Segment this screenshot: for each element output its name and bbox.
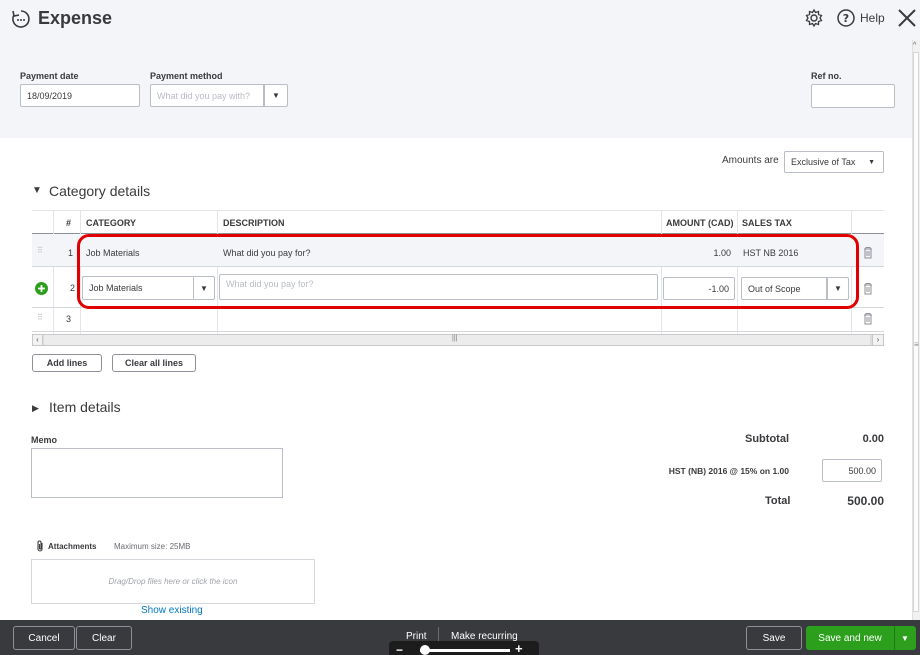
row-number: 3: [66, 314, 72, 324]
expense-window: Expense ? Help Payment date 18/09/2019 P…: [0, 0, 920, 655]
payment-method-input[interactable]: What did you pay with?: [150, 84, 264, 107]
tax-amount-input[interactable]: 500.00: [822, 459, 882, 482]
drag-handle-icon[interactable]: ⠿: [37, 313, 43, 322]
history-icon[interactable]: [11, 9, 31, 29]
tax-label: HST (NB) 2016 @ 15% on 1.00: [668, 466, 789, 476]
trash-icon[interactable]: [862, 312, 874, 325]
trash-icon[interactable]: [862, 282, 874, 295]
payment-date-label: Payment date: [20, 71, 79, 81]
amounts-are-value: Exclusive of Tax: [791, 157, 856, 167]
scroll-up-icon[interactable]: ^: [913, 42, 916, 49]
amounts-are-select[interactable]: Exclusive of Tax ▼: [784, 151, 884, 173]
close-icon[interactable]: [896, 7, 918, 29]
payment-method-dropdown[interactable]: ▼: [264, 84, 288, 107]
save-options-dropdown[interactable]: ▼: [894, 626, 916, 650]
payment-method-placeholder: What did you pay with?: [157, 90, 251, 101]
save-and-new-button[interactable]: Save and new: [806, 626, 894, 650]
add-lines-button[interactable]: Add lines: [32, 354, 102, 372]
caret-down-icon: ▼: [868, 158, 875, 166]
memo-textarea[interactable]: [31, 448, 283, 498]
scroll-right-icon[interactable]: ›: [872, 335, 883, 345]
caret-down-icon: ▼: [901, 633, 909, 643]
total-value: 500.00: [847, 494, 884, 508]
attachments-label: Attachments: [48, 542, 97, 551]
drag-handle-icon[interactable]: ⠿: [37, 246, 43, 255]
header-bar: [0, 0, 920, 40]
amounts-are-label: Amounts are: [722, 155, 779, 166]
add-line-icon[interactable]: [35, 282, 48, 295]
payment-method-label: Payment method: [150, 71, 223, 81]
expand-triangle-icon[interactable]: ▶: [32, 403, 39, 414]
highlight-box: [77, 234, 859, 309]
save-button[interactable]: Save: [746, 626, 802, 650]
ref-no-label: Ref no.: [811, 71, 842, 81]
trash-icon[interactable]: [862, 246, 874, 259]
col-header-num: #: [66, 218, 72, 228]
zoom-in-icon[interactable]: +: [515, 641, 523, 655]
clear-button[interactable]: Clear: [76, 626, 132, 650]
caret-down-icon: ▼: [272, 91, 280, 100]
table-top-border: [32, 210, 884, 211]
attachments-drop-text: Drag/Drop files here or click the icon: [108, 577, 238, 586]
vertical-scrollbar-thumb[interactable]: [913, 52, 919, 612]
item-details-title[interactable]: Item details: [49, 399, 121, 415]
show-existing-link[interactable]: Show existing: [141, 605, 203, 616]
paperclip-icon[interactable]: [35, 540, 45, 553]
scroll-left-icon[interactable]: ‹: [33, 335, 43, 345]
col-header-sales-tax: SALES TAX: [742, 218, 792, 228]
col-sep: [53, 210, 54, 334]
row-number: 1: [68, 248, 74, 258]
subtotal-label: Subtotal: [745, 433, 789, 445]
zoom-slider-handle[interactable]: [420, 645, 430, 655]
row-border: [32, 331, 884, 332]
scroll-grip-icon: ≡: [914, 340, 919, 349]
col-header-category: CATEGORY: [86, 218, 137, 228]
page-title: Expense: [38, 8, 113, 28]
ref-no-input[interactable]: [811, 84, 895, 108]
gear-icon[interactable]: [804, 8, 824, 28]
collapse-triangle-icon[interactable]: ▼: [32, 185, 42, 196]
cancel-button[interactable]: Cancel: [13, 626, 75, 650]
payment-date-value: 18/09/2019: [27, 90, 73, 101]
help-icon[interactable]: ?: [836, 8, 856, 28]
zoom-slider-track[interactable]: [420, 649, 510, 652]
attachments-max-size: Maximum size: 25MB: [114, 542, 191, 551]
col-header-description: DESCRIPTION: [223, 218, 285, 228]
payment-date-input[interactable]: 18/09/2019: [20, 84, 140, 107]
clear-all-lines-button[interactable]: Clear all lines: [112, 354, 196, 372]
memo-label: Memo: [31, 435, 58, 445]
row-number: 2: [70, 283, 76, 293]
attachments-dropzone[interactable]: Drag/Drop files here or click the icon: [31, 559, 315, 604]
help-label[interactable]: Help: [860, 11, 885, 25]
col-header-amount: AMOUNT (CAD): [666, 218, 734, 228]
tax-amount-value: 500.00: [848, 465, 876, 476]
subtotal-value: 0.00: [862, 433, 884, 445]
svg-text:?: ?: [843, 12, 849, 25]
scroll-grip-icon: |||: [452, 335, 458, 342]
zoom-out-icon[interactable]: −: [396, 643, 403, 655]
category-details-title: Category details: [49, 183, 151, 199]
total-label: Total: [765, 495, 791, 507]
